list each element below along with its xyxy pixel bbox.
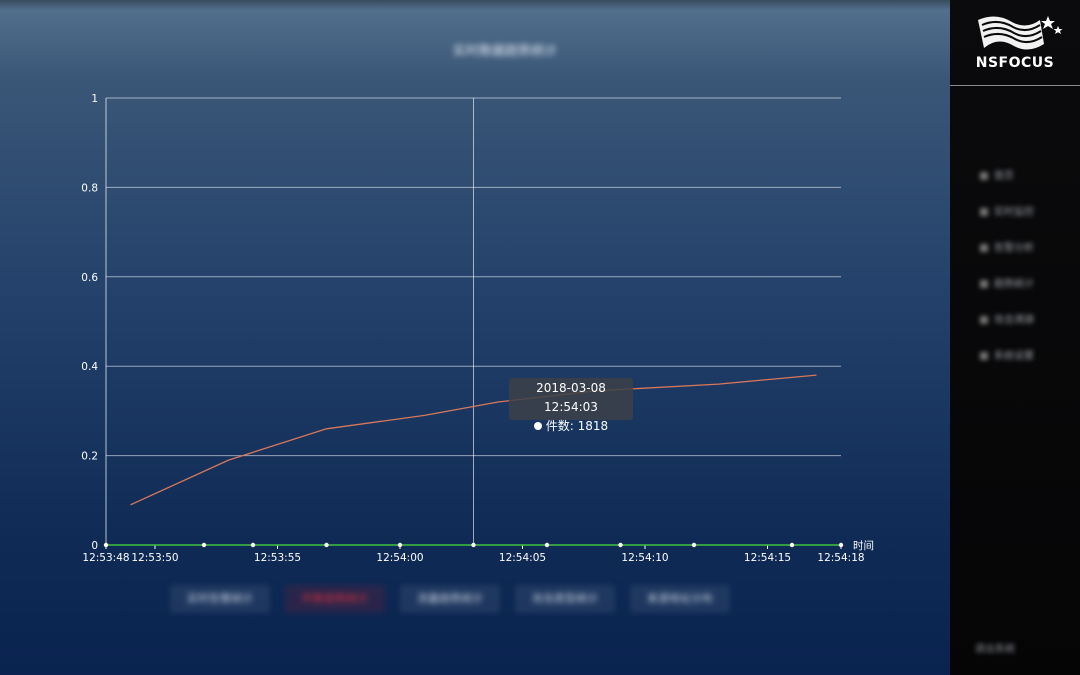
trend-icon (980, 280, 988, 288)
sidebar-item-monitor[interactable]: 实时监控 (980, 204, 1060, 222)
chart-tab-bar: 实时告警统计 件数趋势统计 流量趋势统计 攻击类型统计 来源地址分布 (170, 585, 750, 613)
x-axis-marker-dot (103, 542, 109, 548)
x-axis-marker-dot (324, 542, 329, 548)
flag-logo-icon (978, 16, 1063, 50)
x-tick-label: 12:54:00 (376, 552, 423, 564)
line-chart[interactable]: 0 0.2 0.4 0.6 0.8 1 12:53:48 12:53:50 12:53:55 12… (0, 0, 950, 675)
x-axis-marker-dot (544, 542, 550, 548)
chart-panel: 实时数据趋势统计 0 0.2 0.4 0.6 0.8 1 12:53:48 12:53:50 1… (0, 0, 950, 675)
y-tick-label: 1 (91, 93, 98, 105)
x-axis-marker-dot (250, 542, 256, 548)
x-axis-marker-dot (789, 542, 795, 548)
x-axis-marker-dot (618, 542, 623, 548)
x-axis-marker-dot (691, 542, 697, 548)
logo-divider (950, 85, 1080, 86)
tooltip-series-label: 件数 (545, 419, 570, 433)
nsfocus-logo[interactable]: NSFOCUS (950, 0, 1080, 86)
sidebar-item-trace[interactable]: 攻击溯源 (980, 312, 1060, 330)
tab-attack-type[interactable]: 攻击类型统计 (515, 585, 615, 613)
x-tick-label: 12:54:18 (817, 552, 864, 564)
y-tick-label: 0.6 (81, 272, 98, 284)
x-axis-marker-dot (838, 542, 844, 548)
x-tick-label: 12:53:48 (82, 552, 129, 564)
gear-icon (980, 352, 988, 360)
sidebar-item-trend[interactable]: 趋势统计 (980, 276, 1060, 294)
sidebar-item-alert[interactable]: 告警分析 (980, 240, 1060, 258)
tick-labels: 0 0.2 0.4 0.6 0.8 1 12:53:48 12:53:50 12:53:55 12… (81, 93, 874, 564)
logout-button[interactable]: 退出系统 (975, 640, 1065, 660)
tooltip-value: 1818 (577, 419, 609, 433)
y-tick-label: 0 (91, 540, 98, 552)
y-tick-label: 0.8 (81, 182, 98, 194)
x-axis-marker-dot (201, 542, 207, 548)
tab-alert-stats[interactable]: 实时告警统计 (170, 585, 270, 613)
trace-icon (980, 316, 988, 324)
tab-traffic-trend[interactable]: 流量趋势统计 (400, 585, 500, 613)
sidebar: NSFOCUS 首页 实时监控 告警分析 趋势统计 攻击溯源 系统设置 退出系统 (950, 0, 1080, 675)
tooltip-time: 2018-03-08 12:54:03 (536, 381, 606, 414)
series-dot-icon (533, 422, 542, 430)
x-tick-label: 12:53:50 (131, 552, 178, 564)
tab-source-distribution[interactable]: 来源地址分布 (630, 585, 730, 613)
alert-icon (980, 244, 988, 252)
x-tick-label: 12:54:10 (621, 552, 668, 564)
tooltip-value-row: 件数: 1818 (509, 417, 633, 436)
x-tick-label: 12:54:05 (499, 552, 546, 564)
monitor-icon (980, 208, 988, 216)
home-icon (980, 172, 988, 180)
y-tick-label: 0.4 (81, 361, 98, 373)
chart-tooltip: 2018-03-08 12:54:03 件数: 1818 (509, 378, 633, 433)
x-axis-marker-dot (397, 542, 403, 548)
x-axis-name: 时间 (853, 539, 874, 552)
x-tick-label: 12:53:55 (254, 552, 301, 564)
tab-count-trend[interactable]: 件数趋势统计 (285, 585, 385, 613)
axes (105, 98, 842, 549)
x-axis-marker-dot (471, 542, 476, 548)
brand-name: NSFOCUS (975, 55, 1055, 71)
sidebar-item-home[interactable]: 首页 (980, 168, 1060, 186)
x-tick-label: 12:54:15 (744, 552, 791, 564)
y-tick-label: 0.2 (81, 451, 98, 463)
sidebar-item-settings[interactable]: 系统设置 (980, 348, 1060, 366)
